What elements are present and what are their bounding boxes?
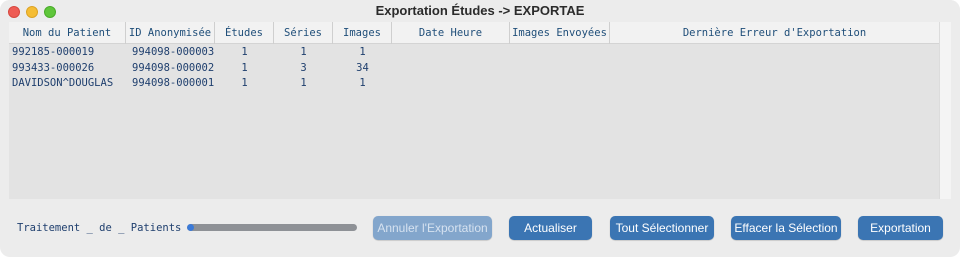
column-header-images-sent[interactable]: Images Envoyées: [510, 22, 610, 44]
select-all-button[interactable]: Tout Sélectionner: [610, 216, 714, 240]
export-button[interactable]: Exportation: [858, 216, 943, 240]
table-header: Nom du Patient ID Anonymisée Études Séri…: [9, 22, 939, 44]
cell-studies: 1: [241, 77, 248, 89]
table-row[interactable]: 993433-000026 994098-000002 1 3 34: [9, 61, 939, 77]
column-header-date-time[interactable]: Date Heure: [392, 22, 510, 44]
cell-patient-name: 993433-000026: [12, 61, 95, 74]
cell-images: 1: [359, 46, 366, 58]
column-header-studies[interactable]: Études: [215, 22, 274, 44]
cell-images: 1: [359, 77, 366, 89]
cell-anonymized-id: 994098-000002: [132, 61, 215, 74]
cell-studies: 1: [241, 61, 248, 74]
table-row[interactable]: DAVIDSON^DOUGLAS 994098-000001 1 1 1: [9, 76, 939, 92]
cell-images: 34: [356, 61, 369, 74]
table-row[interactable]: 992185-000019 994098-000003 1 1 1: [9, 45, 939, 61]
column-header-series[interactable]: Séries: [274, 22, 333, 44]
clear-selection-button[interactable]: Effacer la Sélection: [731, 216, 841, 240]
window-title: Exportation Études -> EXPORTAE: [375, 3, 585, 18]
title-bar: Exportation Études -> EXPORTAE: [0, 0, 960, 22]
column-header-anonymized-id[interactable]: ID Anonymisée: [126, 22, 215, 44]
cell-patient-name: 992185-000019: [12, 46, 95, 58]
export-window: Exportation Études -> EXPORTAE Nom du Pa…: [0, 0, 960, 257]
column-header-last-export-error[interactable]: Dernière Erreur d'Exportation: [610, 22, 939, 44]
processing-status-text: Traitement _ de _ Patients: [17, 222, 182, 234]
refresh-button[interactable]: Actualiser: [509, 216, 592, 240]
column-header-images[interactable]: Images: [333, 22, 392, 44]
studies-table[interactable]: Nom du Patient ID Anonymisée Études Séri…: [9, 22, 951, 199]
cell-anonymized-id: 994098-000003: [132, 46, 215, 58]
export-progress-fill: [187, 224, 194, 231]
column-header-patient-name[interactable]: Nom du Patient: [9, 22, 126, 44]
cell-series: 1: [300, 46, 307, 58]
vertical-scrollbar[interactable]: [939, 22, 951, 199]
export-progress-bar: [187, 224, 357, 231]
cell-series: 1: [300, 77, 307, 89]
cell-studies: 1: [241, 46, 248, 58]
cell-patient-name: DAVIDSON^DOUGLAS: [12, 77, 114, 89]
cell-series: 3: [300, 61, 307, 74]
cell-anonymized-id: 994098-000001: [132, 77, 215, 89]
table-body: 992185-000019 994098-000003 1 1 1 993433…: [9, 45, 939, 92]
cancel-export-button[interactable]: Annuler l'Exportation: [373, 216, 492, 240]
